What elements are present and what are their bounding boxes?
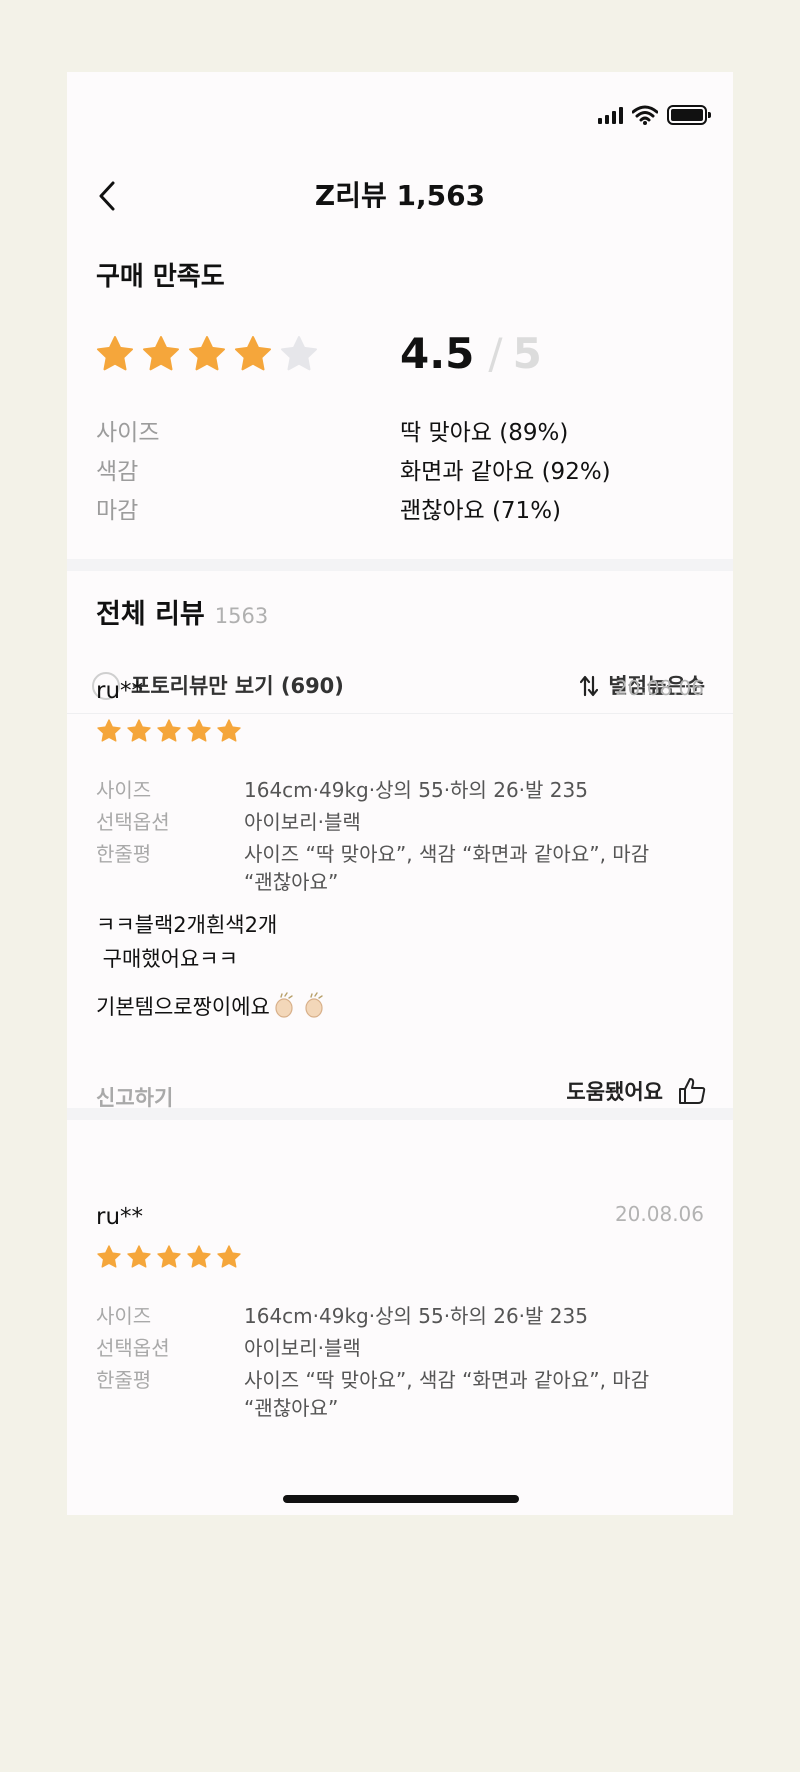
all-reviews-header: 전체 리뷰 1563 — [96, 592, 268, 631]
meta-value: 164cm·49kg·상의 55·하의 26·발 235 — [244, 1304, 588, 1328]
attribute-label: 색감 — [96, 458, 139, 485]
review-text-line: 구매했어요ㅋㅋ — [96, 947, 238, 971]
meta-label: 선택옵션 — [96, 810, 170, 834]
all-reviews-title: 전체 리뷰 — [96, 599, 205, 630]
satisfaction-title: 구매 만족도 — [96, 262, 225, 292]
review-text-line: ㅋㅋ블랙2개흰색2개 — [96, 913, 278, 937]
attribute-value: 괜찮아요 (71%) — [400, 497, 562, 524]
attribute-value: 딱 맞아요 (89%) — [400, 419, 569, 446]
star-filled-icon — [217, 1245, 241, 1268]
section-divider — [67, 1108, 733, 1120]
review-card: ru** 20.08.06 사이즈 164cm·49kg·상의 55·하의 26… — [67, 676, 733, 1110]
star-filled-icon — [127, 719, 151, 742]
meta-label: 한줄평 — [96, 1368, 152, 1392]
meta-row-size: 사이즈 164cm·49kg·상의 55·하의 26·발 235 — [96, 774, 716, 806]
review-card: ru** 20.08.06 사이즈 164cm·49kg·상의 55·하의 26… — [67, 1202, 733, 1515]
overall-star-rating — [95, 334, 319, 374]
star-filled-icon — [157, 1245, 181, 1268]
meta-label: 선택옵션 — [96, 1336, 170, 1360]
attribute-row-size: 사이즈 딱 맞아요 (89%) — [96, 410, 696, 449]
meta-row-option: 선택옵션 아이보리·블랙 — [96, 806, 716, 838]
star-filled-icon — [143, 336, 179, 371]
review-date: 20.08.06 — [614, 1202, 704, 1226]
clapping-hands-icon — [305, 992, 323, 1018]
attribute-label: 마감 — [96, 497, 139, 524]
score-max: 5 — [512, 329, 542, 378]
attribute-row-finish: 마감 괜찮아요 (71%) — [96, 488, 696, 527]
review-meta: 사이즈 164cm·49kg·상의 55·하의 26·발 235 선택옵션 아이… — [96, 774, 716, 896]
score-slash: / — [488, 329, 503, 378]
attribute-row-color: 색감 화면과 같아요 (92%) — [96, 449, 696, 488]
attribute-label: 사이즈 — [96, 419, 160, 446]
all-reviews-count: 1563 — [214, 604, 269, 628]
meta-value: 사이즈 “딱 맞아요”, 색감 “화면과 같아요”, 마감 “괜찮아요” — [244, 842, 650, 894]
meta-label: 사이즈 — [96, 1304, 152, 1328]
meta-row-summary: 한줄평 사이즈 “딱 맞아요”, 색감 “화면과 같아요”, 마감 “괜찮아요” — [96, 1364, 716, 1422]
meta-label: 사이즈 — [96, 778, 152, 802]
helpful-label: 도움됐어요 — [566, 1080, 663, 1104]
meta-value: 사이즈 “딱 맞아요”, 색감 “화면과 같아요”, 마감 “괜찮아요” — [244, 1368, 650, 1420]
meta-label: 한줄평 — [96, 842, 152, 866]
meta-value: 164cm·49kg·상의 55·하의 26·발 235 — [244, 778, 588, 802]
star-filled-icon — [97, 1245, 121, 1268]
review-text-line: 기본템으로짱이에요 — [96, 995, 270, 1019]
star-filled-icon — [187, 719, 211, 742]
attribute-value: 화면과 같아요 (92%) — [400, 458, 611, 485]
review-username: ru** — [96, 1204, 144, 1230]
satisfaction-attributes: 사이즈 딱 맞아요 (89%) 색감 화면과 같아요 (92%) 마감 괜찮아요… — [96, 410, 696, 527]
page-title: Z리뷰 1,563 — [314, 179, 486, 212]
app-screen: Z리뷰 1,563 구매 만족도 4.5 /5 사이즈 딱 맞아요 (89%) 색… — [67, 72, 733, 1515]
star-filled-icon — [97, 336, 133, 371]
thumbs-up-icon — [679, 1078, 706, 1104]
star-filled-icon — [187, 1245, 211, 1268]
review-star-rating — [96, 1244, 242, 1270]
meta-value: 아이보리·블랙 — [244, 810, 361, 834]
cellular-signal-icon — [598, 106, 623, 124]
status-bar — [598, 102, 711, 128]
helpful-button[interactable]: 도움됐어요 — [566, 1076, 707, 1106]
wifi-icon — [632, 105, 658, 125]
meta-row-size: 사이즈 164cm·49kg·상의 55·하의 26·발 235 — [96, 1300, 716, 1332]
meta-row-summary: 한줄평 사이즈 “딱 맞아요”, 색감 “화면과 같아요”, 마감 “괜찮아요” — [96, 838, 716, 896]
battery-icon — [667, 105, 711, 125]
top-navigation: Z리뷰 1,563 — [67, 164, 733, 228]
review-text-line-with-emoji: 기본템으로짱이에요 — [96, 990, 330, 1024]
review-meta: 사이즈 164cm·49kg·상의 55·하의 26·발 235 선택옵션 아이… — [96, 1300, 716, 1422]
section-divider — [67, 559, 733, 571]
review-star-rating — [96, 718, 242, 744]
home-indicator[interactable] — [283, 1495, 519, 1503]
average-score: 4.5 /5 — [400, 328, 542, 380]
star-empty-icon — [281, 336, 317, 371]
star-filled-icon — [97, 719, 121, 742]
star-filled-icon — [217, 719, 241, 742]
clapping-hands-icon — [275, 992, 293, 1018]
meta-row-option: 선택옵션 아이보리·블랙 — [96, 1332, 716, 1364]
review-username: ru** — [96, 678, 144, 704]
review-date: 20.08.06 — [614, 676, 704, 700]
score-value: 4.5 — [400, 329, 475, 378]
star-filled-icon — [127, 1245, 151, 1268]
star-filled-icon — [235, 336, 271, 371]
review-text: ㅋㅋ블랙2개흰색2개 구매했어요ㅋㅋ 기본템으로짱이에요 — [96, 908, 330, 1024]
meta-value: 아이보리·블랙 — [244, 1336, 361, 1360]
star-filled-icon — [189, 336, 225, 371]
star-filled-icon — [157, 719, 181, 742]
